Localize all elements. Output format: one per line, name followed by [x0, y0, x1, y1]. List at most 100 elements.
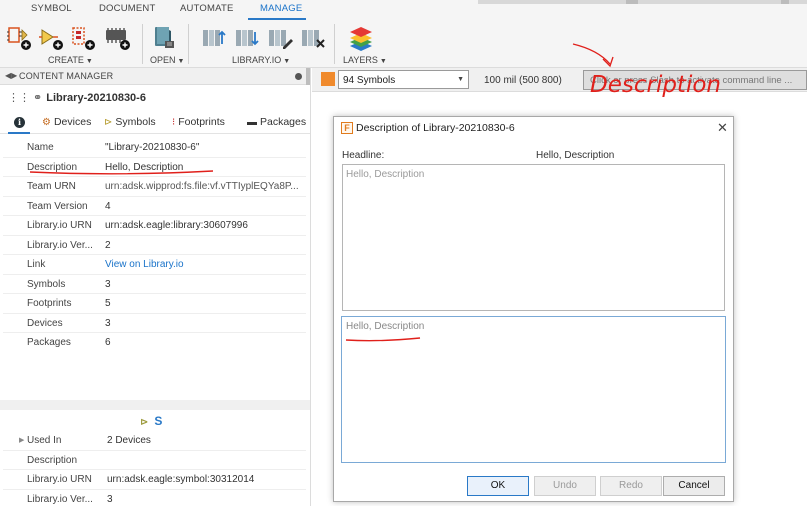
- property-value: 5: [105, 298, 111, 309]
- create-group-label[interactable]: CREATE ▼: [48, 55, 93, 65]
- description-editor[interactable]: Hello, Description: [341, 316, 726, 463]
- property-row: Symbols 3: [3, 275, 306, 294]
- package-icon: ▬: [247, 117, 257, 128]
- ribbon-tab-bar: SYMBOL DOCUMENT AUTOMATE MANAGE: [0, 0, 807, 20]
- symbol-icon: ⊳: [104, 117, 113, 128]
- ribbon-separator: [188, 24, 189, 64]
- library-io-link[interactable]: View on Library.io: [105, 259, 184, 270]
- property-key: Description: [27, 161, 78, 173]
- tab-manage[interactable]: MANAGE: [260, 3, 302, 14]
- grid-size-label[interactable]: 100 mil (500 800): [484, 75, 562, 86]
- open-group-label[interactable]: OPEN ▼: [150, 55, 184, 65]
- property-key: Link: [27, 259, 46, 270]
- headline-label: Headline:: [342, 150, 385, 161]
- tab-document[interactable]: DOCUMENT: [99, 3, 156, 14]
- footprint-icon: ⁝: [172, 117, 176, 128]
- info-icon: i: [14, 117, 25, 128]
- symbol-select-value: 94 Symbols: [343, 75, 396, 86]
- property-key: Symbols: [27, 278, 66, 290]
- content-manager-header: ◀▶ CONTENT MANAGER: [0, 68, 311, 85]
- tab-symbol[interactable]: SYMBOL: [31, 3, 72, 14]
- symbol-select[interactable]: 94 Symbols ▼: [338, 70, 469, 89]
- library-remove-icon[interactable]: [299, 24, 327, 52]
- property-value: urn:adsk.eagle:library:30607996: [105, 220, 248, 231]
- property-row: Team URN urn:adsk.wipprod:fs.file:vf.vTTI…: [3, 177, 306, 197]
- add-footprint-icon[interactable]: [70, 24, 98, 52]
- library-properties: Name "Library-20210830-6" Description Hell…: [3, 138, 306, 353]
- redo-button[interactable]: Redo: [600, 476, 662, 496]
- property-key: Footprints: [27, 298, 72, 309]
- tab-packages[interactable]: ▬ Packages: [247, 116, 306, 128]
- chevron-down-icon: ▼: [457, 76, 464, 83]
- property-value: urn:adsk.eagle:symbol:30312014: [107, 474, 255, 485]
- property-key: Devices: [27, 317, 63, 329]
- panel-menu-icon[interactable]: [295, 73, 302, 80]
- property-key: Library.io Ver...: [27, 239, 93, 251]
- book-icon[interactable]: [150, 24, 178, 52]
- property-key: Team URN: [27, 181, 76, 192]
- property-row: Team Version 4: [3, 197, 306, 216]
- property-row[interactable]: ▶ Used In 2 Devices: [3, 431, 306, 451]
- close-icon[interactable]: ✕: [717, 120, 728, 136]
- property-row: Description Hello, Description: [3, 158, 306, 177]
- property-value[interactable]: "Library-20210830-6": [105, 142, 199, 153]
- add-component-icon[interactable]: [6, 24, 34, 52]
- library-hierarchy-icon: ⋮⋮ ⚭: [8, 92, 43, 104]
- symbol-section-title: ⊳ S: [140, 414, 163, 428]
- property-row: Packages 6: [3, 333, 306, 353]
- add-symbol-icon[interactable]: [38, 24, 66, 52]
- panel-border: [310, 68, 311, 506]
- library-edit-icon[interactable]: [266, 24, 294, 52]
- dialog-title: Description of Library-20210830-6: [356, 122, 515, 134]
- property-key: Description: [27, 454, 78, 466]
- headline-value: Hello, Description: [536, 150, 615, 161]
- panel-title: CONTENT MANAGER: [19, 71, 114, 81]
- preview-text: Hello, Description: [346, 169, 425, 180]
- collapse-arrows-icon[interactable]: ◀▶: [5, 71, 17, 80]
- property-key: Library.io URN: [27, 474, 92, 485]
- property-row: Library.io Ver... 2: [3, 236, 306, 255]
- property-value: 4: [105, 200, 111, 212]
- library-title: ⋮⋮ ⚭ Library-20210830-6: [8, 91, 146, 104]
- undo-button[interactable]: Undo: [534, 476, 596, 496]
- property-row: Library.io URN urn:adsk.eagle:symbol:3031…: [3, 470, 306, 490]
- property-value: 3: [105, 278, 111, 290]
- tab-devices[interactable]: ⚙ Devices: [42, 116, 91, 128]
- ribbon-separator: [334, 24, 335, 64]
- dialog-title-bar[interactable]: F Description of Library-20210830-6 ✕: [334, 117, 733, 139]
- tab-automate[interactable]: AUTOMATE: [180, 3, 234, 14]
- symbol-properties: ▶ Used In 2 Devices Description Library.io…: [3, 431, 306, 506]
- tab-footprints[interactable]: ⁝ Footprints: [172, 116, 225, 128]
- property-row: Footprints 5: [3, 294, 306, 314]
- layers-group-label[interactable]: LAYERS ▼: [343, 55, 387, 65]
- description-value[interactable]: Hello, Description: [105, 162, 183, 173]
- property-key: Name: [27, 142, 54, 153]
- property-value: 3: [105, 317, 111, 329]
- cancel-button[interactable]: Cancel: [663, 476, 725, 496]
- description-preview: Hello, Description: [342, 164, 725, 311]
- layers-icon[interactable]: [347, 24, 375, 52]
- property-key: Library.io URN: [27, 220, 92, 231]
- tab-info[interactable]: i: [8, 115, 30, 134]
- library-upload-icon[interactable]: [200, 24, 228, 52]
- editor-text[interactable]: Hello, Description: [346, 321, 424, 332]
- command-line-placeholder: Click or press Slash to activate command…: [590, 75, 793, 86]
- property-value: 2: [105, 239, 111, 251]
- active-tab-indicator: [8, 132, 30, 134]
- property-key: Library.io Ver...: [27, 493, 93, 505]
- fusion-app-icon: F: [341, 122, 353, 134]
- property-key: Packages: [27, 337, 71, 348]
- property-key: Team Version: [27, 200, 88, 212]
- command-line-input[interactable]: Click or press Slash to activate command…: [583, 70, 807, 90]
- property-row: Link View on Library.io: [3, 255, 306, 275]
- library-download-icon[interactable]: [233, 24, 261, 52]
- expand-caret-icon[interactable]: ▶: [19, 436, 24, 444]
- tab-symbols[interactable]: ⊳ Symbols: [104, 116, 156, 128]
- ok-button[interactable]: OK: [467, 476, 529, 496]
- layer-color-swatch[interactable]: [321, 72, 335, 86]
- property-row: Devices 3: [3, 314, 306, 333]
- add-package-icon[interactable]: [104, 24, 132, 52]
- panel-splitter[interactable]: [0, 400, 311, 410]
- library-io-group-label[interactable]: LIBRARY.IO ▼: [232, 55, 290, 65]
- property-row: Library.io URN urn:adsk.eagle:library:306…: [3, 216, 306, 236]
